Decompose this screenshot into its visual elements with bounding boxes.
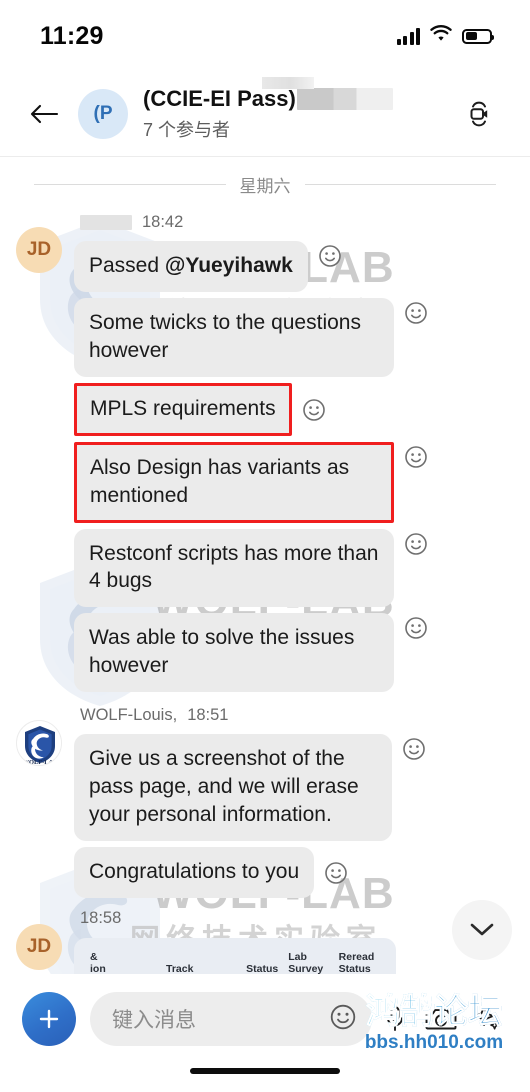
message-row: Also Design has variants as mentioned bbox=[74, 441, 516, 523]
message-meta: WOLF-Louis, 18:51 bbox=[74, 702, 516, 728]
smiley-reaction-icon[interactable] bbox=[301, 397, 327, 423]
message-row: Some twicks to the questions however bbox=[74, 297, 516, 377]
video-call-button[interactable] bbox=[456, 91, 502, 137]
table-header-cell-0: & ion bbox=[86, 948, 160, 974]
separator-line-left bbox=[34, 184, 226, 185]
message-bubble[interactable]: Some twicks to the questions however bbox=[74, 297, 394, 377]
image-message[interactable]: & ion Track Status Lab Survey Reread Sta… bbox=[74, 937, 396, 974]
forum-watermark-cn: 鸿鹄论坛 bbox=[348, 984, 520, 1033]
chat-header: (P (CCIE-EI Pass) 7 个参与者 bbox=[0, 72, 530, 156]
add-attachment-button[interactable] bbox=[22, 992, 76, 1046]
message-meta: 18:58 bbox=[74, 906, 516, 932]
back-button[interactable] bbox=[22, 92, 66, 136]
message-bubble[interactable]: Give us a screenshot of the pass page, a… bbox=[74, 734, 392, 841]
result-table: & ion Track Status Lab Survey Reread Sta… bbox=[84, 946, 386, 974]
scroll-to-bottom-button[interactable] bbox=[452, 900, 512, 960]
message-row: Was able to solve the issues however bbox=[74, 613, 516, 693]
message-mention[interactable]: @Yueyihawk bbox=[165, 254, 293, 277]
message-row: Passed @Yueyihawk bbox=[74, 241, 516, 292]
message-time: 18:51 bbox=[187, 705, 229, 724]
forum-watermark-url: bbs.hh010.com bbox=[364, 1032, 504, 1053]
header-text[interactable]: (CCIE-EI Pass) 7 个参与者 bbox=[143, 77, 456, 141]
smiley-reaction-icon[interactable] bbox=[401, 736, 427, 762]
message-meta: 18:42 bbox=[74, 209, 516, 235]
message-bubble[interactable]: Was able to solve the issues however bbox=[74, 613, 394, 693]
svg-text:WOLF-LAB: WOLF-LAB bbox=[23, 759, 59, 766]
message-group: WOLF-LAB WOLF-Louis, 18:51 Give us a scr… bbox=[0, 692, 530, 898]
message-bubble-highlighted[interactable]: Also Design has variants as mentioned bbox=[74, 441, 394, 523]
message-row: MPLS requirements bbox=[74, 382, 516, 436]
message-bubble-highlighted[interactable]: MPLS requirements bbox=[74, 382, 292, 436]
avatar[interactable]: JD bbox=[16, 227, 62, 273]
table-header-cell-lab-survey: Lab Survey bbox=[288, 950, 324, 974]
message-row: Congratulations to you bbox=[74, 846, 516, 898]
message-time: 18:42 bbox=[142, 212, 184, 231]
message-text-prefix: Passed bbox=[89, 254, 165, 277]
smiley-reaction-icon[interactable] bbox=[323, 860, 349, 886]
chevron-down-icon bbox=[470, 923, 494, 936]
message-bubble[interactable]: Restconf scripts has more than 4 bugs bbox=[74, 528, 394, 608]
wifi-icon bbox=[429, 24, 453, 48]
chat-app-screen: 11:29 (P (CCIE-EI Pass) 7 个参与者 星期六 JD 18… bbox=[0, 0, 530, 1092]
status-bar: 11:29 bbox=[0, 0, 530, 72]
message-row: Restconf scripts has more than 4 bugs bbox=[74, 528, 516, 608]
message-group-body: WOLF-Louis, 18:51 Give us a screenshot o… bbox=[74, 702, 516, 898]
smiley-reaction-icon[interactable] bbox=[403, 615, 429, 641]
message-group: JD 18:42 Passed @Yueyihawk Some twicks t… bbox=[0, 205, 530, 693]
plus-icon bbox=[39, 1009, 59, 1029]
message-input-field[interactable]: 键入消息 bbox=[90, 992, 372, 1046]
table-header-cell-track: Track bbox=[166, 962, 194, 974]
chat-title: (CCIE-EI Pass) bbox=[143, 86, 456, 111]
table-header-row: & ion Track Status Lab Survey Reread Sta… bbox=[86, 948, 384, 974]
day-separator: 星期六 bbox=[0, 157, 530, 205]
message-group: JD 18:58 & ion Track Status Lab Survey R… bbox=[0, 898, 530, 974]
sender-name: WOLF-Louis, bbox=[80, 705, 178, 724]
smiley-reaction-icon[interactable] bbox=[403, 300, 429, 326]
message-bubble[interactable]: Passed @Yueyihawk bbox=[74, 241, 308, 292]
participant-count: 7 个参与者 bbox=[143, 119, 231, 140]
message-time: 18:58 bbox=[80, 909, 122, 928]
message-bubble[interactable]: Congratulations to you bbox=[74, 846, 315, 898]
group-avatar[interactable]: (P bbox=[78, 89, 128, 139]
avatar[interactable]: JD bbox=[16, 923, 62, 970]
message-group-body: 18:58 & ion Track Status Lab Survey Rere… bbox=[74, 906, 516, 974]
smiley-reaction-icon[interactable] bbox=[403, 531, 429, 557]
sender-name-redacted bbox=[80, 214, 132, 230]
message-row: Give us a screenshot of the pass page, a… bbox=[74, 734, 516, 841]
cellular-signal-icon bbox=[396, 27, 420, 45]
separator-line-right bbox=[304, 184, 496, 185]
message-input-placeholder: 键入消息 bbox=[112, 1009, 196, 1032]
status-indicators bbox=[396, 24, 494, 48]
status-time: 11:29 bbox=[40, 21, 104, 50]
message-row: & ion Track Status Lab Survey Reread Sta… bbox=[74, 937, 516, 974]
header-line-2: ion bbox=[90, 962, 106, 974]
table-header-cell-reread-status: Reread Status bbox=[338, 950, 375, 974]
redaction-block-top bbox=[262, 77, 314, 90]
message-list[interactable]: WOLF-LAB 网络技术实验室 WOLF-LAB 网络技术实验室 WOLF-L… bbox=[0, 156, 530, 974]
header-line-1: & bbox=[90, 950, 98, 963]
table-header-cell-status: Status bbox=[246, 962, 279, 974]
message-group-body: 18:42 Passed @Yueyihawk Some twicks to t… bbox=[74, 209, 516, 693]
chat-title-text: (CCIE-EI Pass) bbox=[143, 86, 296, 112]
forum-watermark: 鸿鹄论坛 bbs.hh010.com bbox=[348, 984, 520, 1054]
smiley-reaction-icon[interactable] bbox=[403, 444, 429, 470]
day-separator-label: 星期六 bbox=[239, 177, 291, 196]
avatar[interactable]: WOLF-LAB bbox=[16, 720, 62, 767]
redaction-block-title bbox=[296, 87, 393, 110]
battery-icon bbox=[462, 28, 494, 44]
home-indicator bbox=[190, 1068, 340, 1074]
smiley-reaction-icon[interactable] bbox=[317, 243, 343, 269]
